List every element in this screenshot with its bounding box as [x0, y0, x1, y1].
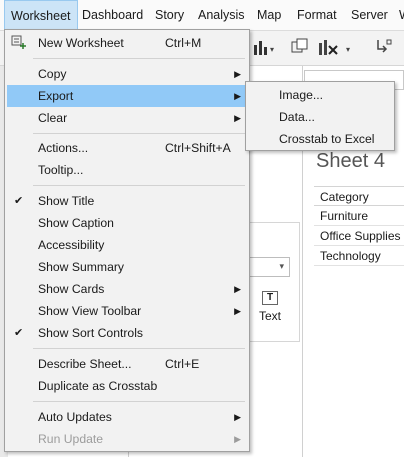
- actions-item[interactable]: Actions... Ctrl+Shift+A: [7, 137, 247, 159]
- export-item[interactable]: Export ▶: [7, 85, 247, 107]
- chevron-right-icon: ▶: [234, 69, 241, 79]
- text-mark-button[interactable]: T Text: [252, 287, 288, 327]
- chevron-right-icon: ▶: [234, 306, 241, 316]
- menu-item-label: Run Update: [38, 432, 104, 446]
- menu-item-label: Crosstab to Excel: [279, 132, 375, 146]
- menu-separator: [33, 133, 245, 134]
- chevron-right-icon: ▶: [234, 284, 241, 294]
- menubar: Worksheet Dashboard Story Analysis Map F…: [0, 0, 404, 31]
- menu-item-label: Describe Sheet...: [38, 357, 132, 371]
- chevron-right-icon: ▶: [234, 91, 241, 101]
- shortcut-label: Ctrl+E: [165, 357, 200, 371]
- menu-separator: [33, 185, 245, 186]
- worksheet-menu: New Worksheet Ctrl+M Copy ▶ Export ▶ Cle…: [4, 29, 250, 452]
- duplicate-sheet-icon[interactable]: [290, 37, 310, 57]
- auto-updates-item[interactable]: Auto Updates ▶: [7, 406, 247, 428]
- run-update-item: Run Update ▶: [7, 428, 247, 450]
- menu-item-label: Show Sort Controls: [38, 326, 143, 340]
- show-title-item[interactable]: ✔ Show Title: [7, 190, 247, 212]
- show-summary-item[interactable]: Show Summary: [7, 256, 247, 278]
- text-mark-label: Text: [258, 309, 281, 323]
- shortcut-label: Ctrl+Shift+A: [165, 141, 231, 155]
- tooltip-item[interactable]: Tooltip...: [7, 159, 247, 181]
- chevron-down-icon: ▾: [279, 261, 284, 271]
- menu-item-label: New Worksheet: [38, 36, 124, 50]
- menu-item-label: Export: [38, 89, 74, 103]
- show-caption-item[interactable]: Show Caption: [7, 212, 247, 234]
- chevron-right-icon: ▶: [234, 434, 241, 444]
- chevron-down-icon[interactable]: ▾: [346, 45, 350, 54]
- menu-window[interactable]: W: [393, 0, 404, 31]
- clear-item[interactable]: Clear ▶: [7, 107, 247, 129]
- menu-item-label: Accessibility: [38, 238, 105, 252]
- mark-type-select[interactable]: ▾: [246, 257, 290, 277]
- text-icon: T: [262, 291, 278, 305]
- menu-server[interactable]: Server: [345, 0, 394, 31]
- shortcut-label: Ctrl+M: [165, 36, 202, 50]
- export-crosstab-item[interactable]: Crosstab to Excel: [248, 128, 392, 150]
- export-submenu: Image... Data... Crosstab to Excel: [245, 81, 395, 151]
- duplicate-as-crosstab-item[interactable]: Duplicate as Crosstab: [7, 375, 247, 397]
- show-view-toolbar-item[interactable]: Show View Toolbar ▶: [7, 300, 247, 322]
- menu-item-label: Clear: [38, 111, 68, 125]
- menu-map[interactable]: Map: [251, 0, 287, 31]
- menu-item-label: Show Title: [38, 194, 95, 208]
- new-worksheet-item[interactable]: New Worksheet Ctrl+M: [7, 32, 247, 54]
- copy-item[interactable]: Copy ▶: [7, 63, 247, 85]
- menu-item-label: Image...: [279, 88, 324, 102]
- menu-item-label: Show Summary: [38, 260, 125, 274]
- menu-dashboard[interactable]: Dashboard: [76, 0, 149, 31]
- export-data-item[interactable]: Data...: [248, 106, 392, 128]
- menu-item-label: Auto Updates: [38, 410, 112, 424]
- menu-item-label: Show Cards: [38, 282, 105, 296]
- new-worksheet-icon: [11, 35, 26, 49]
- describe-sheet-item[interactable]: Describe Sheet... Ctrl+E: [7, 353, 247, 375]
- show-cards-item[interactable]: Show Cards ▶: [7, 278, 247, 300]
- menu-item-label: Copy: [38, 67, 67, 81]
- category-row[interactable]: Office Supplies: [314, 226, 404, 246]
- sheet-title: Sheet 4: [316, 150, 385, 172]
- checkmark-icon: ✔: [14, 327, 24, 339]
- checkmark-icon: ✔: [14, 195, 24, 207]
- menu-story[interactable]: Story: [149, 0, 190, 31]
- menu-analysis[interactable]: Analysis: [192, 0, 251, 31]
- menu-format[interactable]: Format: [291, 0, 343, 31]
- accessibility-item[interactable]: Accessibility: [7, 234, 247, 256]
- category-row[interactable]: Technology: [314, 246, 404, 266]
- chevron-right-icon: ▶: [234, 412, 241, 422]
- menu-worksheet[interactable]: Worksheet: [4, 0, 78, 31]
- show-sort-controls-item[interactable]: ✔ Show Sort Controls: [7, 322, 247, 344]
- menu-separator: [33, 401, 245, 402]
- menu-separator: [33, 348, 245, 349]
- menu-item-label: Tooltip...: [38, 163, 84, 177]
- category-row[interactable]: Furniture: [314, 206, 404, 226]
- menu-item-label: Duplicate as Crosstab: [38, 379, 158, 393]
- export-image-item[interactable]: Image...: [248, 84, 392, 106]
- chart-icon[interactable]: [252, 37, 270, 57]
- swap-icon[interactable]: [374, 37, 394, 57]
- menu-item-label: Show View Toolbar: [38, 304, 142, 318]
- category-header[interactable]: Category: [314, 186, 404, 206]
- chevron-down-icon[interactable]: ▾: [270, 45, 274, 54]
- menu-item-label: Data...: [279, 110, 315, 124]
- menu-item-label: Show Caption: [38, 216, 114, 230]
- clear-sheet-icon[interactable]: [318, 37, 340, 57]
- menu-item-label: Actions...: [38, 141, 89, 155]
- chevron-right-icon: ▶: [234, 113, 241, 123]
- menu-separator: [33, 58, 245, 59]
